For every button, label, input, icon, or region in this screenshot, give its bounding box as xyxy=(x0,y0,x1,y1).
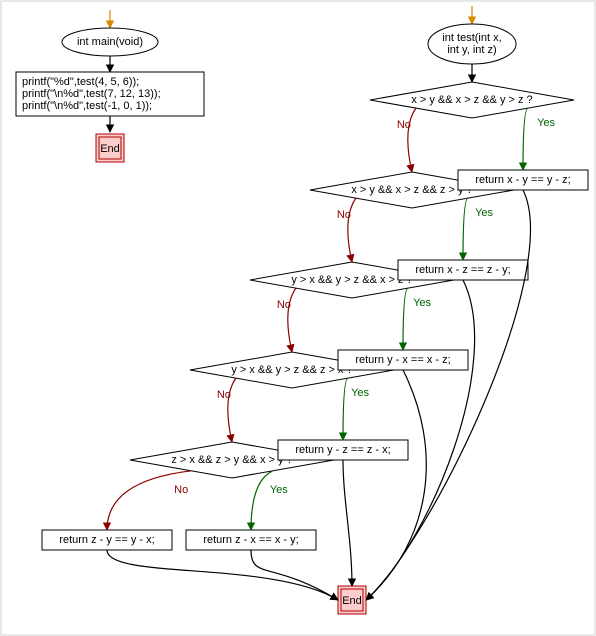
svg-text:return z - y == y - x;: return z - y == y - x; xyxy=(59,534,154,546)
main-end-label: End xyxy=(100,143,120,155)
ret4-label: return y - z == z - x; xyxy=(295,444,390,456)
ret6-label: return z - y == y - x; xyxy=(59,534,154,546)
ret3-label: return y - x == x - z; xyxy=(355,354,450,366)
edge-no-cond2 xyxy=(348,198,356,262)
svg-text:x > y && x > z && z > y ?: x > y && x > z && z > y ? xyxy=(351,184,472,196)
svg-text:int test(int x,: int test(int x, xyxy=(442,32,501,44)
edge-yes-cond2 xyxy=(463,198,468,260)
svg-text:return y - z == z - x;: return y - z == z - x; xyxy=(295,444,390,456)
edge-end xyxy=(366,370,426,600)
edge-end xyxy=(107,550,338,600)
cond4-label: y > x && y > z && z > x ? xyxy=(231,364,352,376)
label-yes-cond2: Yes xyxy=(475,207,493,219)
test-start-label: int test(int x,int y, int z) xyxy=(442,32,501,56)
edge-end xyxy=(366,190,530,600)
label-yes-cond3: Yes xyxy=(413,297,431,309)
label-yes-cond1: Yes xyxy=(537,117,555,129)
label-no-cond1: No xyxy=(397,119,411,131)
cond5-label: z > x && z > y && x > y ? xyxy=(171,454,292,466)
test-end-label: End xyxy=(342,595,362,607)
edge-no-cond1 xyxy=(408,108,416,172)
edge-no-cond3 xyxy=(288,288,296,352)
svg-text:x > y && x > z && y > z ?: x > y && x > z && y > z ? xyxy=(411,94,532,106)
ret5-label: return z - x == x - y; xyxy=(203,534,298,546)
svg-text:printf("\n%d",test(7, 12, 13)): printf("\n%d",test(7, 12, 13)); xyxy=(22,88,161,100)
svg-text:y > x && y > z && z > x ?: y > x && y > z && z > x ? xyxy=(231,364,352,376)
main-start-label: int main(void) xyxy=(77,36,143,48)
svg-text:return y - x == x - z;: return y - x == x - z; xyxy=(355,354,450,366)
edge-yes-cond5 xyxy=(251,471,273,530)
ret1-label: return x - y == y - z; xyxy=(475,174,570,186)
edge-end xyxy=(251,550,338,600)
svg-text:z > x && z > y && x > y ?: z > x && z > y && x > y ? xyxy=(171,454,292,466)
svg-text:printf("%d",test(4, 5, 6));: printf("%d",test(4, 5, 6)); xyxy=(22,76,139,88)
cond3-label: y > x && y > z && x > z ? xyxy=(291,274,412,286)
edge-yes-cond4 xyxy=(343,378,348,440)
svg-text:y > x && y > z && x > z ?: y > x && y > z && x > z ? xyxy=(291,274,412,286)
svg-text:printf("\n%d",test(-1, 0, 1));: printf("\n%d",test(-1, 0, 1)); xyxy=(22,100,152,112)
edge-no-cond5 xyxy=(107,471,191,530)
svg-text:return x - z == z - y;: return x - z == z - y; xyxy=(415,264,510,276)
svg-text:int y, int z): int y, int z) xyxy=(447,44,496,56)
edge-end xyxy=(343,460,352,586)
ret2-label: return x - z == z - y; xyxy=(415,264,510,276)
label-no-cond3: No xyxy=(277,299,291,311)
label-no-cond4: No xyxy=(217,389,231,401)
svg-text:return x - y == y - z;: return x - y == y - z; xyxy=(475,174,570,186)
edge-no-cond4 xyxy=(228,378,236,442)
cond1-label: x > y && x > z && y > z ? xyxy=(411,94,532,106)
label-yes-cond4: Yes xyxy=(351,387,369,399)
edge-yes-cond3 xyxy=(403,288,408,350)
label-no-cond2: No xyxy=(337,209,351,221)
cond2-label: x > y && x > z && z > y ? xyxy=(351,184,472,196)
svg-text:return z - x == x - y;: return z - x == x - y; xyxy=(203,534,298,546)
edge-yes-cond1 xyxy=(523,108,528,170)
label-yes-cond5: Yes xyxy=(270,484,288,496)
label-no-cond5: No xyxy=(174,484,188,496)
svg-text:int main(void): int main(void) xyxy=(77,36,143,48)
